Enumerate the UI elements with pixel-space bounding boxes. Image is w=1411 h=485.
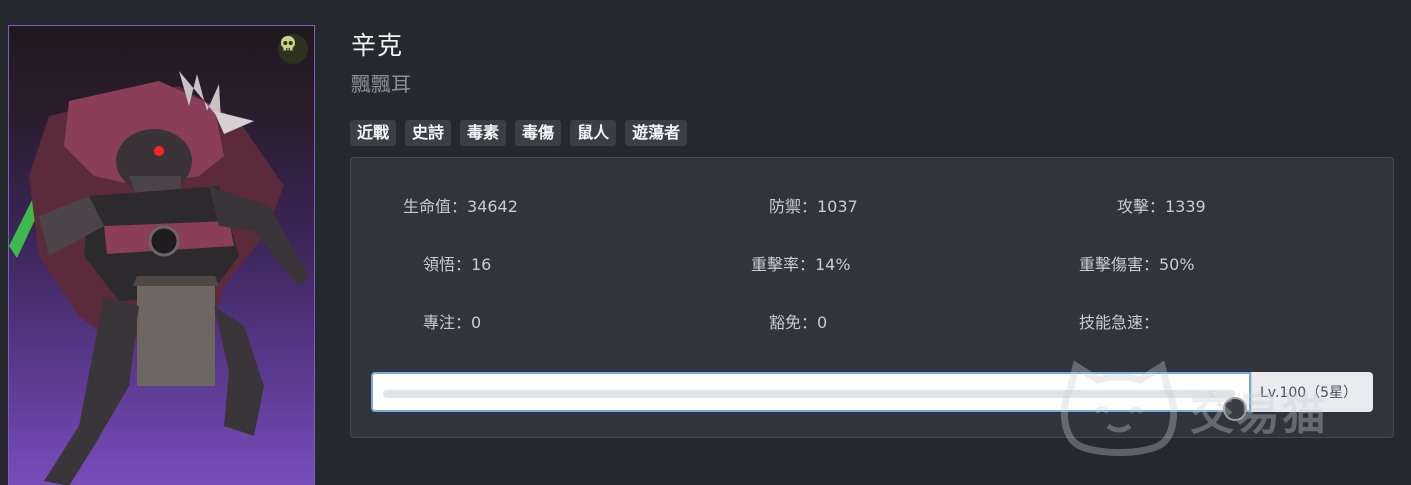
tag-epic: 史詩 bbox=[405, 120, 452, 146]
slider-thumb[interactable] bbox=[1223, 397, 1247, 421]
tag-melee: 近戰 bbox=[350, 120, 397, 146]
hero-detail-page: 辛克 飄飄耳 近戰 史詩 毒素 毒傷 鼠人 遊蕩者 生命值：34642 防禦：1… bbox=[0, 0, 1411, 485]
stat-focus: 專注：0 bbox=[423, 313, 482, 332]
stat-hp: 生命值：34642 bbox=[403, 197, 518, 216]
hero-name: 辛克 bbox=[351, 31, 404, 60]
stat-defense: 防禦：1037 bbox=[769, 197, 858, 216]
level-slider[interactable] bbox=[371, 372, 1251, 421]
hero-illustration bbox=[9, 71, 309, 485]
tag-ratman: 鼠人 bbox=[570, 120, 617, 146]
stat-crit-damage: 重擊傷害：50% bbox=[1079, 255, 1195, 274]
skull-icon bbox=[281, 36, 295, 51]
hero-alias: 飄飄耳 bbox=[351, 72, 411, 96]
level-label: Lv.100（5星） bbox=[1251, 372, 1373, 412]
stat-immunity: 豁免：0 bbox=[769, 313, 828, 332]
skull-badge bbox=[278, 34, 308, 64]
stat-insight: 領悟：16 bbox=[423, 255, 492, 274]
tag-toxin: 毒素 bbox=[460, 120, 507, 146]
stats-panel: 生命值：34642 防禦：1037 攻擊：1339 領悟：16 重擊率：14% … bbox=[350, 157, 1394, 438]
stat-crit-rate: 重擊率：14% bbox=[751, 255, 851, 274]
level-slider-group: Lv.100（5星） bbox=[371, 372, 1373, 421]
tag-list: 近戰 史詩 毒素 毒傷 鼠人 遊蕩者 bbox=[350, 120, 688, 146]
tag-poison-damage: 毒傷 bbox=[515, 120, 562, 146]
slider-track[interactable] bbox=[383, 390, 1247, 421]
stat-skill-haste: 技能急速： bbox=[1079, 313, 1160, 332]
tag-rogue: 遊蕩者 bbox=[625, 120, 688, 146]
stat-attack: 攻擊：1339 bbox=[1117, 197, 1206, 216]
hero-portrait bbox=[8, 25, 315, 485]
